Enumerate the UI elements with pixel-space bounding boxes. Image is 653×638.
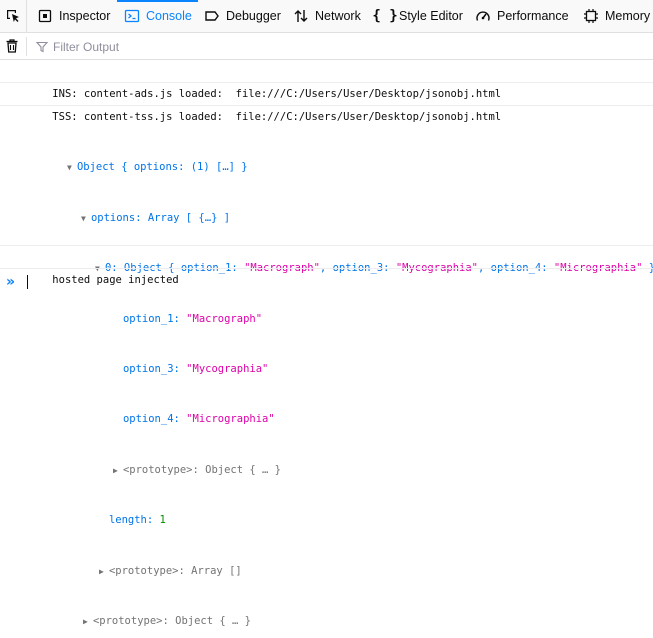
tab-label: Inspector [59, 9, 111, 23]
collapse-arrow-icon: ▶ [82, 616, 88, 626]
tab-inspector[interactable]: Inspector [36, 0, 110, 32]
element-picker-button[interactable] [0, 0, 27, 32]
element-picker-icon [7, 10, 19, 22]
console-message: hosted page injected [0, 246, 653, 286]
trash-icon [6, 39, 18, 53]
tab-label: Style Editor [399, 9, 463, 23]
tab-label: Console [146, 9, 192, 23]
console-output: INS: content-ads.js loaded: file:///C:/U… [0, 60, 653, 627]
property-value: Array [ {…} ] [147, 211, 231, 224]
console-message: TSS: content-tss.js loaded: file:///C:/U… [0, 83, 653, 123]
collapse-arrow-icon: ▶ [112, 465, 118, 475]
tree-node-property: option_1: "Macrograph" [122, 312, 263, 325]
property-key: options [90, 211, 136, 224]
filter-icon [36, 41, 48, 52]
property-value: Object { … } [175, 614, 251, 627]
console-icon [123, 7, 141, 25]
console-filter-bar [0, 33, 653, 60]
tab-network[interactable]: Network [292, 0, 361, 32]
property-value: 1 [159, 514, 166, 527]
tree-node-property: option_4: "Micrographia" [122, 413, 275, 426]
toolbar-separator [26, 37, 27, 56]
tab-style-editor[interactable]: { } Style Editor [372, 0, 463, 32]
object-inspector: ▼ Object { options: (1) […] } ▼ options: A… [0, 106, 653, 627]
property-value: Array [] [191, 564, 242, 577]
property-value: "Micrographia" [186, 413, 275, 426]
tree-node-prototype[interactable]: ▶ <prototype>: Object { … } [0, 600, 653, 627]
tab-label: Network [315, 9, 361, 23]
tree-node-options[interactable]: ▼ options: Array [ {…} ] [0, 196, 653, 224]
object-preview: Object { options: (1) […] } [76, 161, 248, 174]
tab-memory[interactable]: Memory [582, 0, 650, 32]
network-icon [292, 7, 310, 25]
tab-performance[interactable]: Performance [474, 0, 569, 32]
tab-console[interactable]: Console [117, 0, 198, 32]
tree-node-property: option_3: "Mycographia" [122, 362, 269, 375]
tree-node-length: length: 1 [108, 514, 166, 527]
tab-label: Performance [497, 9, 569, 23]
style-editor-icon: { } [372, 8, 398, 24]
property-key: option_4 [122, 413, 174, 426]
debugger-icon [203, 7, 221, 25]
console-message: INS: content-ads.js loaded: file:///C:/U… [0, 60, 653, 100]
memory-icon [582, 7, 600, 25]
text-caret [27, 275, 28, 289]
performance-icon [474, 7, 492, 25]
property-value: Object { … } [205, 463, 281, 476]
collapse-arrow-icon: ▶ [98, 566, 104, 576]
property-key: length [108, 514, 147, 527]
property-key: option_3 [122, 362, 174, 375]
clear-console-button[interactable] [4, 38, 20, 54]
console-input[interactable]: » [0, 270, 653, 296]
expand-arrow-icon: ▼ [66, 163, 72, 173]
tab-label: Debugger [226, 9, 281, 23]
tab-debugger[interactable]: Debugger [203, 0, 281, 32]
prompt-chevron-icon: » [6, 274, 16, 290]
property-key: <prototype> [108, 564, 179, 577]
filter-output-input[interactable] [53, 39, 353, 54]
expand-arrow-icon: ▼ [80, 213, 86, 223]
tab-label: Memory [605, 9, 651, 23]
tree-node-root[interactable]: ▼ Object { options: (1) […] } [0, 146, 653, 173]
property-value: "Mycographia" [186, 362, 269, 375]
property-key: <prototype> [122, 463, 193, 476]
tree-node-prototype[interactable]: ▶ <prototype>: Array [] [0, 549, 653, 577]
property-key: <prototype> [92, 614, 163, 627]
inspector-icon [36, 7, 54, 25]
devtools-toolbar: Inspector Console Debugger Network {} S… [0, 0, 653, 33]
tree-node-prototype[interactable]: ▶ <prototype>: Object { … } [0, 448, 653, 476]
filter-output [36, 37, 353, 56]
